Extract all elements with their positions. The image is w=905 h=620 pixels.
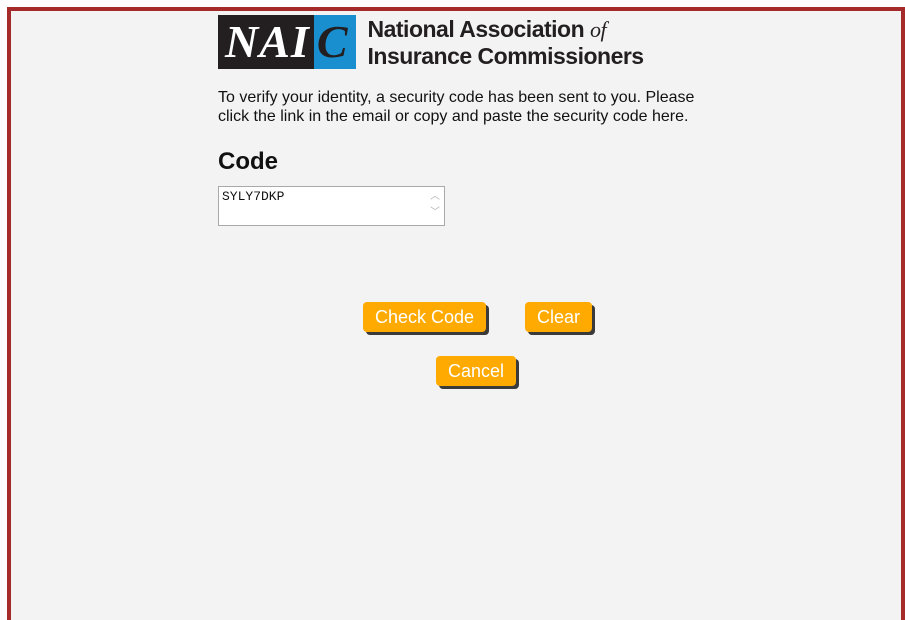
cancel-button[interactable]: Cancel [436,356,517,386]
intro-text: To verify your identity, a security code… [218,89,695,125]
logo-wordmark: National Association of Insurance Commis… [367,16,645,69]
naic-logo-mark: NAI C [218,15,356,69]
logo-line-1-of: of [590,16,607,42]
logo-mark-blue: C [313,15,356,69]
main-content: NAI C National Association of Insurance … [218,14,718,227]
logo-line-1: National Association of [368,16,644,43]
clear-button[interactable]: Clear [525,302,593,332]
logo-line-2: Insurance Commissioners [367,42,645,69]
security-code-input[interactable] [219,187,430,227]
scroll-down-icon[interactable]: ﹀ [428,205,442,221]
scroll-up-icon[interactable]: ︿ [428,189,442,205]
code-field-container: ︿ ﹀ [218,186,445,227]
check-code-button[interactable]: Check Code [363,302,487,332]
code-label: Code [218,148,278,175]
logo-mark-black: NAI [218,15,314,69]
logo-line-1-text: National Association [367,15,585,42]
naic-logo: NAI C National Association of Insurance … [218,14,718,70]
code-field-scrollbar[interactable]: ︿ ﹀ [428,189,442,223]
